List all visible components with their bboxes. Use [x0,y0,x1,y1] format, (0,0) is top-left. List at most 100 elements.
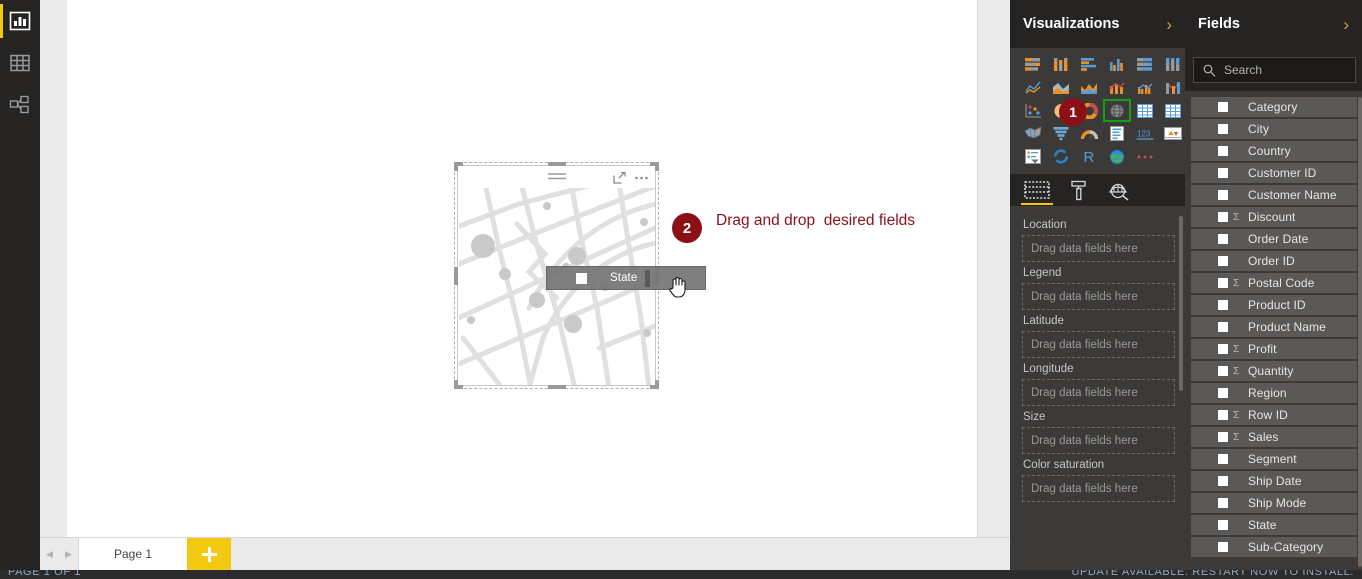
field-checkbox-icon[interactable] [1218,124,1228,134]
field-checkbox-icon[interactable] [1218,234,1228,244]
field-checkbox-icon[interactable] [1218,454,1228,464]
resize-handle-left-middle[interactable] [454,266,458,285]
field-checkbox-icon[interactable] [1218,212,1228,222]
resize-handle-bottom-left-v[interactable] [454,380,458,389]
field-checkbox-icon[interactable] [1218,146,1228,156]
field-item-sales[interactable]: Σ Sales [1191,427,1357,447]
field-item-customer-id[interactable]: Customer ID [1191,163,1357,183]
add-page-button[interactable] [187,538,231,570]
field-wells-scrollbar[interactable] [1179,216,1183,391]
field-checkbox-icon[interactable] [1218,476,1228,486]
viz-slicer[interactable] [1019,145,1047,168]
field-item-sub-category[interactable]: Sub-Category [1191,537,1357,557]
field-checkbox-icon[interactable] [1218,300,1228,310]
well-drop-legend[interactable]: Drag data fields here [1022,283,1175,310]
well-drop-longitude[interactable]: Drag data fields here [1022,379,1175,406]
field-item-product-id[interactable]: Product ID [1191,295,1357,315]
filter-hamburger-icon[interactable] [547,172,567,181]
field-item-country[interactable]: Country [1191,141,1357,161]
fields-list-scrollbar[interactable] [1358,97,1362,567]
well-drop-latitude[interactable]: Drag data fields here [1022,331,1175,358]
viz-stacked-column-chart[interactable] [1047,53,1075,76]
viz-matrix[interactable] [1131,99,1159,122]
next-page-arrow[interactable]: ▶ [65,549,72,560]
field-checkbox-icon[interactable] [1218,102,1228,112]
viz-r-script[interactable]: R [1075,145,1103,168]
sidebar-item-data-view[interactable] [0,42,40,84]
field-item-order-id[interactable]: Order ID [1191,251,1357,271]
field-item-row-id[interactable]: Σ Row ID [1191,405,1357,425]
page-tab-page-1[interactable]: Page 1 [79,538,187,570]
viz-map[interactable] [1103,99,1131,122]
field-checkbox-icon[interactable] [1218,256,1228,266]
well-drop-size[interactable]: Drag data fields here [1022,427,1175,454]
field-item-product-name[interactable]: Product Name [1191,317,1357,337]
field-checkbox-icon[interactable] [1218,366,1228,376]
field-checkbox-icon[interactable] [1218,498,1228,508]
field-item-quantity[interactable]: Σ Quantity [1191,361,1357,381]
field-item-region[interactable]: Region [1191,383,1357,403]
viz-clustered-column-chart[interactable] [1103,53,1131,76]
collapse-fields-chevron-icon[interactable]: › [1343,16,1349,33]
viz-stacked-bar-chart[interactable] [1019,53,1047,76]
field-item-customer-name[interactable]: Customer Name [1191,185,1357,205]
viz-table[interactable] [1159,99,1187,122]
field-checkbox-icon[interactable] [1218,432,1228,442]
tab-analytics[interactable] [1108,174,1130,206]
more-options-icon[interactable] [634,171,649,184]
field-item-discount[interactable]: Σ Discount [1191,207,1357,227]
tab-fields[interactable] [1021,174,1053,206]
sidebar-item-report-view[interactable] [0,0,40,42]
field-item-category[interactable]: Category [1191,97,1357,117]
field-checkbox-icon[interactable] [1218,278,1228,288]
field-checkbox-icon[interactable] [1218,542,1228,552]
viz-more-visuals[interactable] [1131,145,1159,168]
field-item-order-date[interactable]: Order Date [1191,229,1357,249]
field-checkbox-icon[interactable] [1218,322,1228,332]
viz-clustered-bar-chart[interactable] [1075,53,1103,76]
collapse-visualizations-chevron-icon[interactable]: › [1166,16,1172,33]
field-item-profit[interactable]: Σ Profit [1191,339,1357,359]
field-checkbox-icon[interactable] [1218,520,1228,530]
field-item-ship-mode[interactable]: Ship Mode [1191,493,1357,513]
resize-handle-top-right-v[interactable] [655,162,659,171]
field-checkbox-icon[interactable] [1218,168,1228,178]
resize-handle-top-middle[interactable] [547,162,566,166]
field-checkbox-icon[interactable] [1218,410,1228,420]
viz-line-and-stacked-column-chart[interactable] [1103,76,1131,99]
viz-line-chart[interactable] [1019,76,1047,99]
field-checkbox-icon[interactable] [1218,344,1228,354]
viz-arcgis-maps[interactable] [1103,145,1131,168]
viz-ribbon-chart[interactable] [1159,76,1187,99]
viz-kpi[interactable] [1159,122,1187,145]
viz-stacked-area-chart[interactable] [1075,76,1103,99]
sidebar-item-model-view[interactable] [0,84,40,126]
field-item-ship-date[interactable]: Ship Date [1191,471,1357,491]
report-canvas[interactable] [67,0,977,537]
field-checkbox-icon[interactable] [1218,388,1228,398]
viz-card[interactable]: 123 [1131,122,1159,145]
viz-100-stacked-column-chart[interactable] [1159,53,1187,76]
viz-100-stacked-bar-chart[interactable] [1131,53,1159,76]
field-item-segment[interactable]: Segment [1191,449,1357,469]
well-drop-location[interactable]: Drag data fields here [1022,235,1175,262]
search-input[interactable]: Search [1193,57,1356,83]
prev-page-arrow[interactable]: ◀ [46,549,53,560]
resize-handle-bottom-right-v[interactable] [655,380,659,389]
field-item-state[interactable]: State [1191,515,1357,535]
viz-gauge-chart[interactable] [1075,122,1103,145]
resize-handle-bottom-middle[interactable] [547,385,566,389]
viz-filled-map[interactable] [1019,122,1047,145]
viz-scatter-chart[interactable] [1019,99,1047,122]
well-drop-color-saturation[interactable]: Drag data fields here [1022,475,1175,502]
field-checkbox-icon[interactable] [1218,190,1228,200]
field-item-postal-code[interactable]: Σ Postal Code [1191,273,1357,293]
resize-handle-top-left-v[interactable] [454,162,458,171]
viz-multi-row-card[interactable] [1103,122,1131,145]
tab-format[interactable] [1070,174,1088,206]
viz-key-influencers[interactable] [1047,145,1075,168]
viz-area-chart[interactable] [1047,76,1075,99]
focus-mode-icon[interactable] [613,171,626,184]
viz-line-and-clustered-column-chart[interactable] [1131,76,1159,99]
field-item-city[interactable]: City [1191,119,1357,139]
